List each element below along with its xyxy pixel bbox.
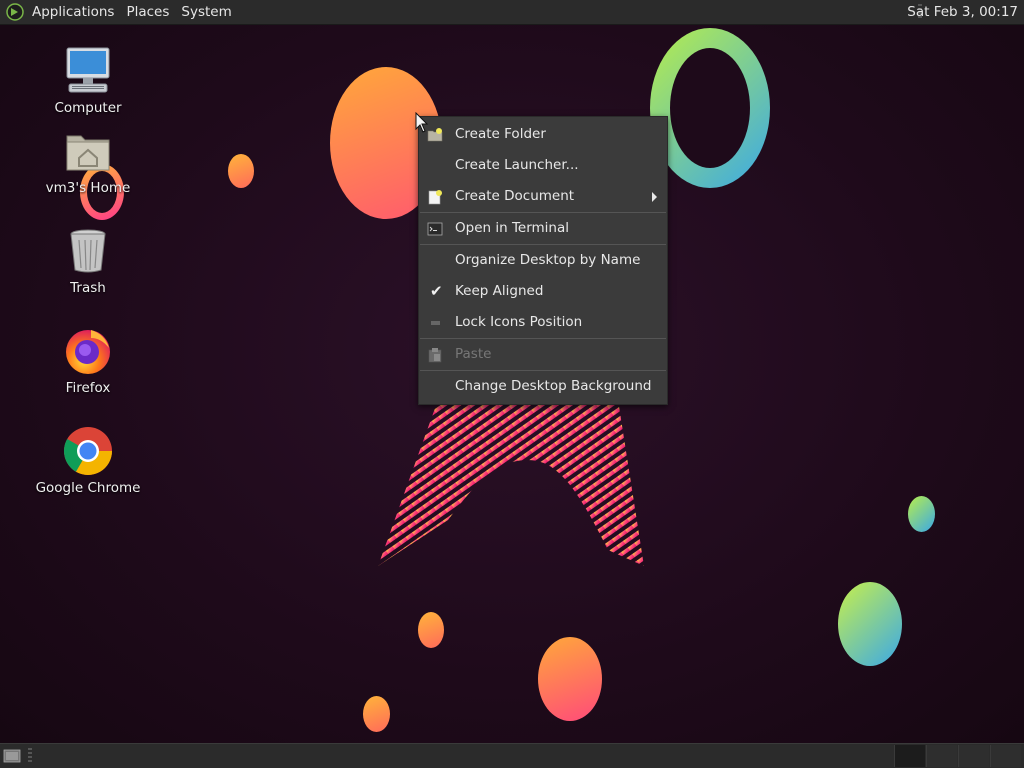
paste-icon — [428, 348, 442, 363]
top-panel: Applications Places System Sat Feb 3, 00… — [0, 0, 1024, 25]
menu-item-label: Lock Icons Position — [455, 314, 583, 330]
wallpaper-ring — [650, 28, 770, 188]
wallpaper-small-blob — [363, 696, 390, 732]
desktop-icon-label: Google Chrome — [35, 480, 141, 496]
menu-item-keep-aligned[interactable]: ✔ Keep Aligned — [419, 276, 667, 307]
panel-drag-handle[interactable] — [28, 748, 32, 764]
desktop-icon-label: Computer — [54, 100, 122, 116]
menu-item-label: Open in Terminal — [455, 220, 569, 236]
clock[interactable]: Sat Feb 3, 00:17 — [907, 0, 1018, 24]
checkmark-icon: ✔ — [430, 282, 443, 300]
show-desktop-icon[interactable] — [2, 747, 22, 765]
trash-icon — [70, 229, 106, 273]
firefox-icon — [66, 330, 110, 374]
mouse-cursor-icon — [415, 112, 429, 133]
unchecked-indicator-icon — [431, 321, 440, 325]
menu-item-create-document[interactable]: Create Document — [419, 181, 667, 212]
wallpaper-small-blob — [418, 612, 444, 648]
wallpaper-green-blob — [908, 496, 935, 532]
menu-system[interactable]: System — [175, 0, 237, 24]
mate-logo-icon[interactable] — [6, 3, 24, 21]
desktop-icon-home[interactable]: vm3's Home — [28, 124, 148, 196]
new-folder-icon — [427, 128, 443, 142]
desktop-icon-chrome[interactable]: Google Chrome — [28, 424, 148, 496]
workspace-1[interactable] — [894, 745, 925, 767]
menu-applications[interactable]: Applications — [26, 0, 120, 24]
submenu-arrow-icon — [652, 192, 657, 202]
menu-item-open-terminal[interactable]: Open in Terminal — [419, 213, 667, 244]
desktop-context-menu: Create Folder Create Launcher... Create … — [418, 116, 668, 405]
chrome-icon — [63, 427, 112, 476]
menu-item-create-launcher[interactable]: Create Launcher... — [419, 150, 667, 181]
home-folder-icon — [66, 135, 110, 171]
menu-item-change-background[interactable]: Change Desktop Background — [419, 371, 667, 402]
terminal-icon — [427, 222, 443, 236]
desktop-icon-computer[interactable]: Computer — [28, 44, 148, 116]
menu-item-label: Change Desktop Background — [455, 378, 652, 394]
computer-icon — [66, 47, 110, 93]
desktop-icon-trash[interactable]: Trash — [28, 224, 148, 296]
menu-item-organize-desktop[interactable]: Organize Desktop by Name — [419, 245, 667, 276]
workspace-4[interactable] — [990, 745, 1021, 767]
workspace-3[interactable] — [958, 745, 989, 767]
desktop-icon-label: Trash — [70, 280, 106, 296]
wallpaper-green-blob — [838, 582, 902, 666]
wallpaper-orange-blob — [538, 637, 602, 721]
menu-item-label: Create Document — [455, 188, 575, 204]
new-document-icon — [428, 190, 442, 205]
menu-item-label: Create Launcher... — [455, 157, 579, 173]
menu-item-label: Organize Desktop by Name — [455, 252, 641, 268]
desktop-icon-firefox[interactable]: Firefox — [28, 324, 148, 396]
menu-item-paste: Paste — [419, 339, 667, 370]
wallpaper-arch-logo — [378, 400, 644, 566]
menu-item-label: Paste — [455, 346, 492, 362]
menu-item-label: Create Folder — [455, 126, 546, 142]
menu-item-create-folder[interactable]: Create Folder — [419, 119, 667, 150]
menu-places[interactable]: Places — [120, 0, 175, 24]
desktop-icon-label: Firefox — [65, 380, 111, 396]
bottom-panel — [0, 743, 1024, 768]
desktop-icon-label: vm3's Home — [45, 180, 131, 196]
menu-item-label: Keep Aligned — [455, 283, 544, 299]
workspace-2[interactable] — [926, 745, 957, 767]
wallpaper-small-blob — [228, 154, 254, 188]
menu-item-lock-icons[interactable]: Lock Icons Position — [419, 307, 667, 338]
